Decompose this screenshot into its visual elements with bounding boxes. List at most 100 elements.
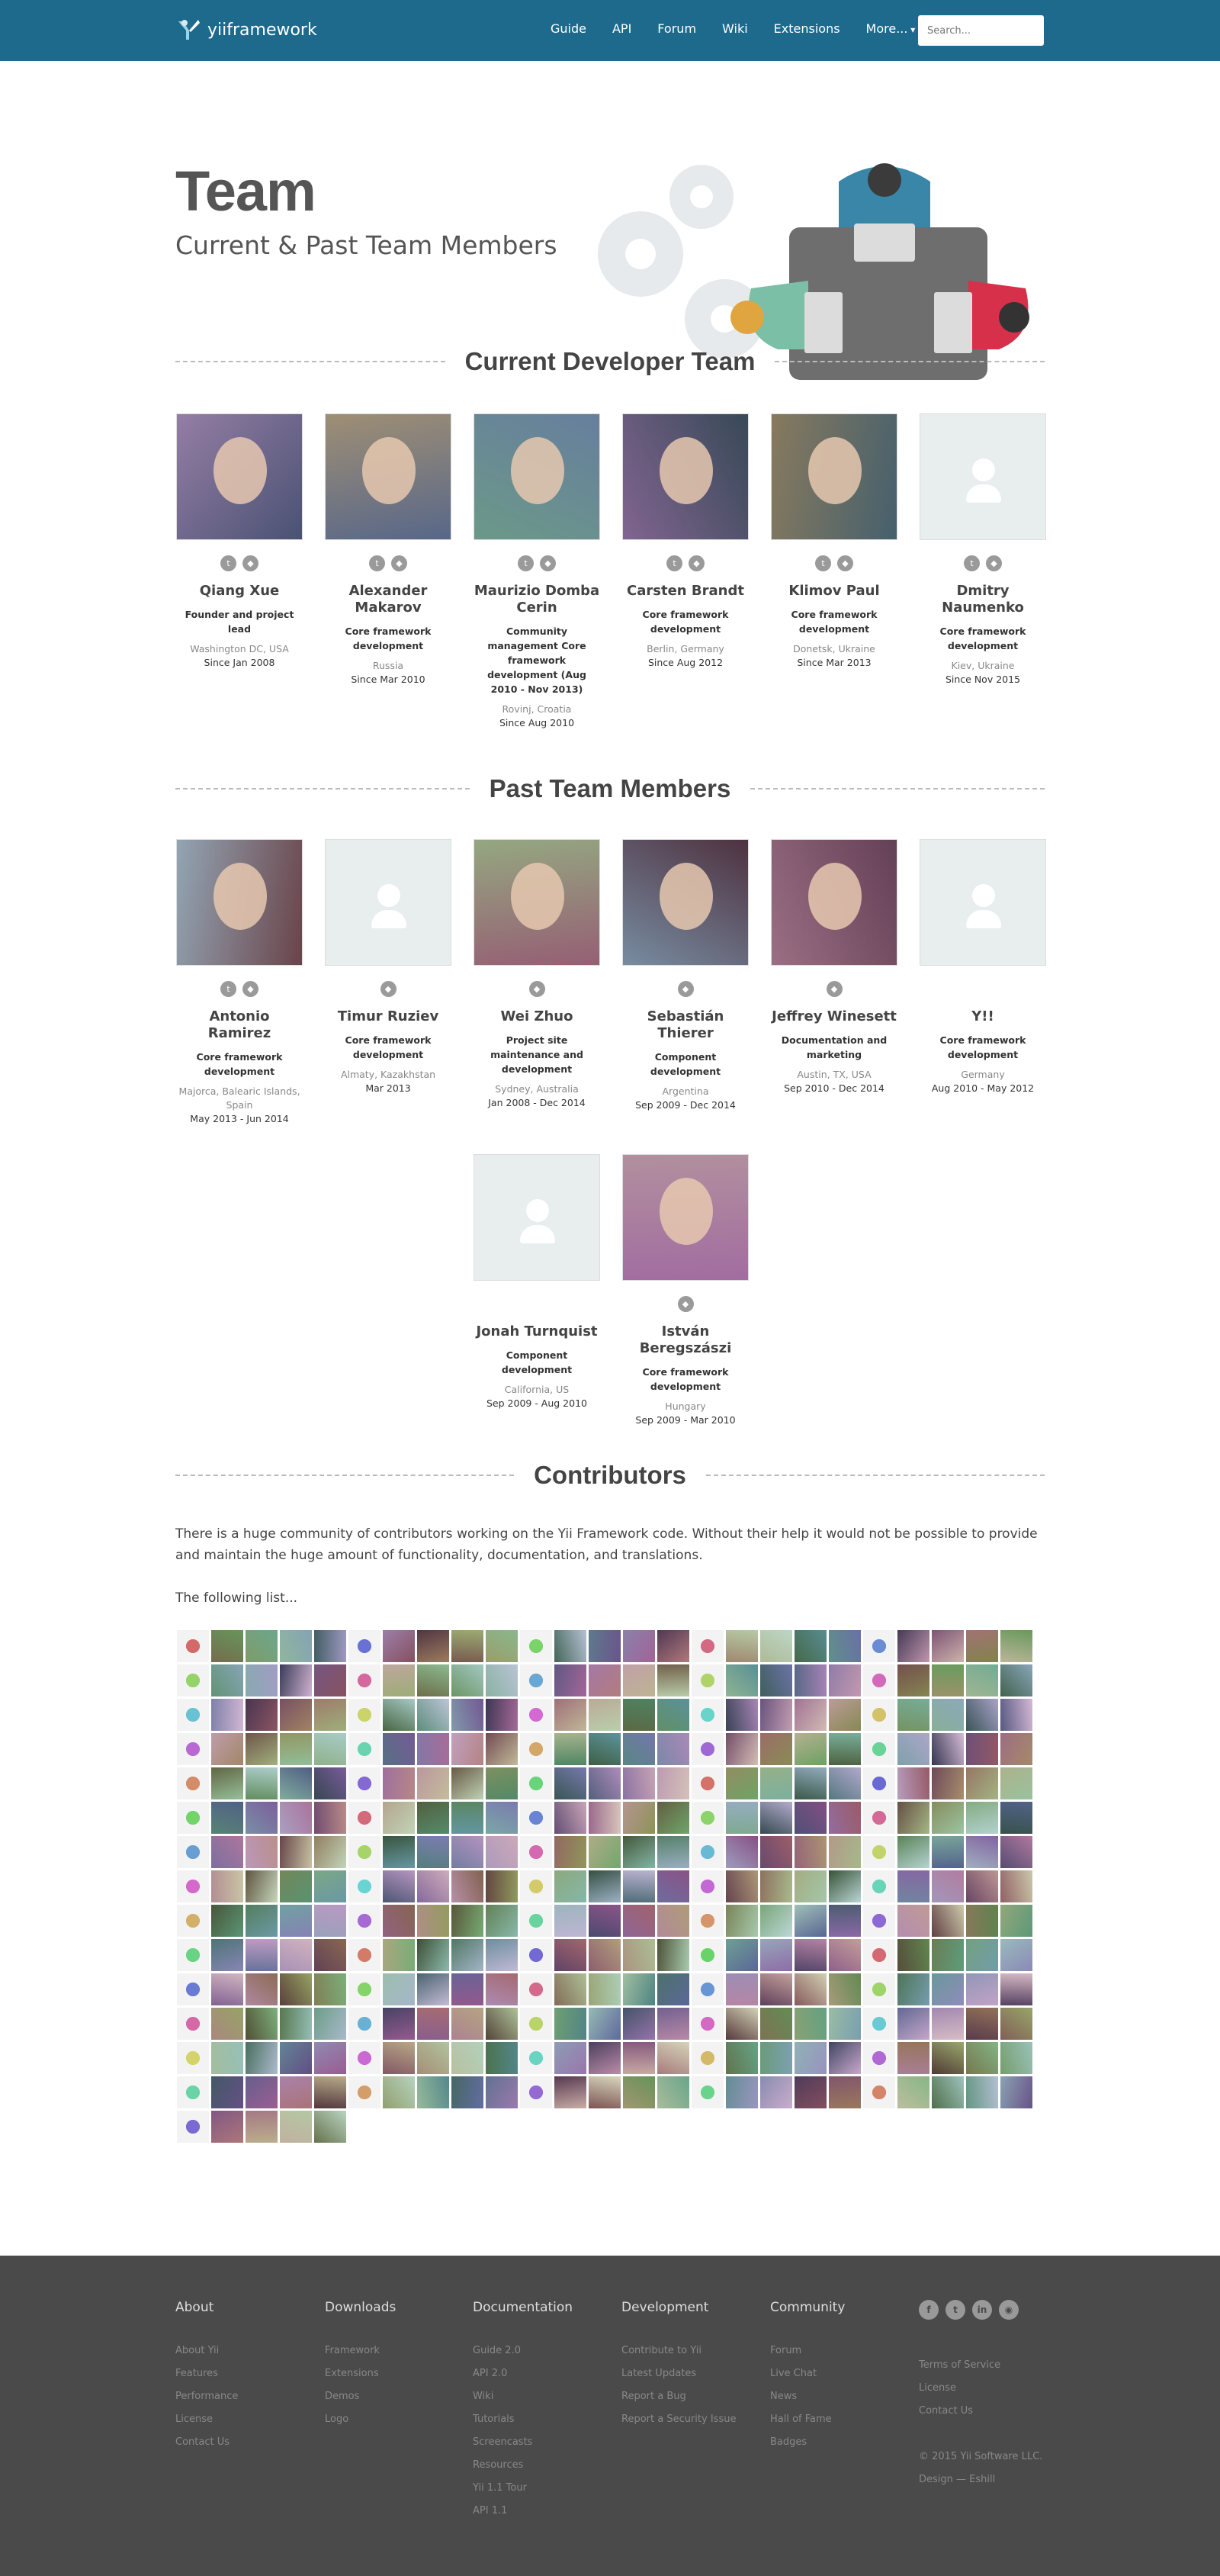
- site-logo[interactable]: yiiframework: [175, 17, 317, 43]
- footer-link[interactable]: News: [770, 2385, 915, 2408]
- github-icon[interactable]: ◆: [826, 981, 843, 997]
- contributor-avatar[interactable]: [383, 1630, 415, 1662]
- contributor-avatar[interactable]: [589, 1870, 621, 1902]
- contributor-avatar[interactable]: [554, 1905, 586, 1937]
- contributor-avatar[interactable]: [383, 1699, 415, 1731]
- contributor-avatar[interactable]: [451, 2076, 483, 2108]
- footer-license-link[interactable]: License: [919, 2377, 1042, 2400]
- contributor-avatar[interactable]: [589, 2008, 621, 2040]
- contributor-avatar[interactable]: [829, 1870, 861, 1902]
- contributor-avatar[interactable]: [932, 1733, 964, 1765]
- contributor-avatar[interactable]: [932, 1802, 964, 1834]
- contributor-avatar[interactable]: [486, 1664, 518, 1696]
- contributor-avatar[interactable]: [795, 1630, 827, 1662]
- contributor-avatar[interactable]: [897, 1836, 929, 1868]
- twitter-icon[interactable]: t: [220, 981, 236, 997]
- contributor-avatar[interactable]: [657, 1767, 689, 1799]
- contributor-avatar[interactable]: [589, 1699, 621, 1731]
- contributor-avatar[interactable]: [486, 1733, 518, 1765]
- contributor-avatar[interactable]: [829, 1802, 861, 1834]
- contributor-avatar[interactable]: [760, 1699, 792, 1731]
- contributor-avatar[interactable]: [657, 1733, 689, 1765]
- contributor-avatar[interactable]: [760, 1767, 792, 1799]
- contributor-avatar[interactable]: [417, 1905, 449, 1937]
- contributor-avatar[interactable]: [280, 1973, 312, 2005]
- contributor-avatar[interactable]: [177, 1664, 209, 1696]
- contributor-avatar[interactable]: [829, 1836, 861, 1868]
- contributor-avatar[interactable]: [520, 2076, 552, 2108]
- contributor-avatar[interactable]: [657, 1870, 689, 1902]
- contributor-avatar[interactable]: [726, 1870, 758, 1902]
- contributor-avatar[interactable]: [1000, 1733, 1032, 1765]
- contributor-avatar[interactable]: [211, 1699, 243, 1731]
- contributor-avatar[interactable]: [623, 1905, 655, 1937]
- nav-forum[interactable]: Forum: [657, 21, 696, 36]
- contributor-avatar[interactable]: [829, 2042, 861, 2074]
- contributor-avatar[interactable]: [932, 1939, 964, 1971]
- contributor-avatar[interactable]: [1000, 1836, 1032, 1868]
- contributor-avatar[interactable]: [246, 2076, 278, 2108]
- contributor-avatar[interactable]: [863, 1767, 895, 1799]
- contributor-avatar[interactable]: [520, 1664, 552, 1696]
- contributor-avatar[interactable]: [1000, 1973, 1032, 2005]
- contributor-avatar[interactable]: [829, 1733, 861, 1765]
- contributor-avatar[interactable]: [383, 2008, 415, 2040]
- footer-link[interactable]: API 1.1: [473, 2500, 618, 2523]
- twitter-icon[interactable]: t: [946, 2300, 965, 2320]
- github-icon[interactable]: ◆: [986, 555, 1002, 571]
- contributor-avatar[interactable]: [348, 2076, 380, 2108]
- contributor-avatar[interactable]: [589, 1905, 621, 1937]
- contributor-avatar[interactable]: [520, 2008, 552, 2040]
- twitter-icon[interactable]: t: [815, 555, 831, 571]
- contributor-avatar[interactable]: [280, 1905, 312, 1937]
- footer-link[interactable]: Live Chat: [770, 2362, 915, 2385]
- footer-link[interactable]: Demos: [325, 2385, 470, 2408]
- contributor-avatar[interactable]: [726, 1630, 758, 1662]
- contributor-avatar[interactable]: [589, 1733, 621, 1765]
- contributor-avatar[interactable]: [829, 1699, 861, 1731]
- github-icon[interactable]: ◆: [837, 555, 853, 571]
- contributor-avatar[interactable]: [451, 1630, 483, 1662]
- contributor-avatar[interactable]: [417, 1664, 449, 1696]
- contributor-avatar[interactable]: [1000, 1905, 1032, 1937]
- contributor-avatar[interactable]: [314, 1802, 346, 1834]
- contributor-avatar[interactable]: [932, 1870, 964, 1902]
- contributor-avatar[interactable]: [177, 1836, 209, 1868]
- contributor-avatar[interactable]: [348, 1836, 380, 1868]
- contributor-avatar[interactable]: [966, 1836, 998, 1868]
- contributor-avatar[interactable]: [589, 1802, 621, 1834]
- contributor-avatar[interactable]: [314, 1664, 346, 1696]
- contributor-avatar[interactable]: [1000, 1939, 1032, 1971]
- contributor-avatar[interactable]: [520, 1870, 552, 1902]
- contributor-avatar[interactable]: [966, 1905, 998, 1937]
- contributor-avatar[interactable]: [760, 2008, 792, 2040]
- contributor-avatar[interactable]: [589, 1939, 621, 1971]
- contributor-avatar[interactable]: [589, 1767, 621, 1799]
- contributor-avatar[interactable]: [177, 1939, 209, 1971]
- contributor-avatar[interactable]: [657, 1836, 689, 1868]
- contributor-avatar[interactable]: [726, 1664, 758, 1696]
- contributor-avatar[interactable]: [211, 1767, 243, 1799]
- contributor-avatar[interactable]: [177, 2076, 209, 2108]
- contributor-avatar[interactable]: [177, 1733, 209, 1765]
- contributor-avatar[interactable]: [177, 2042, 209, 2074]
- contributor-avatar[interactable]: [692, 1767, 724, 1799]
- contributor-avatar[interactable]: [932, 2042, 964, 2074]
- contributor-avatar[interactable]: [383, 1802, 415, 1834]
- contributor-avatar[interactable]: [486, 1802, 518, 1834]
- contributor-avatar[interactable]: [932, 1699, 964, 1731]
- contributor-avatar[interactable]: [726, 1699, 758, 1731]
- contributor-avatar[interactable]: [657, 1664, 689, 1696]
- contributor-avatar[interactable]: [246, 2111, 278, 2143]
- contributor-avatar[interactable]: [897, 1905, 929, 1937]
- contributor-avatar[interactable]: [623, 1699, 655, 1731]
- contributor-avatar[interactable]: [417, 1802, 449, 1834]
- contributor-avatar[interactable]: [692, 1973, 724, 2005]
- contributor-avatar[interactable]: [726, 1802, 758, 1834]
- contributor-avatar[interactable]: [554, 1802, 586, 1834]
- contributor-avatar[interactable]: [348, 1802, 380, 1834]
- contributor-avatar[interactable]: [623, 1767, 655, 1799]
- contributor-avatar[interactable]: [417, 2008, 449, 2040]
- contributor-avatar[interactable]: [932, 1664, 964, 1696]
- contributor-avatar[interactable]: [554, 1699, 586, 1731]
